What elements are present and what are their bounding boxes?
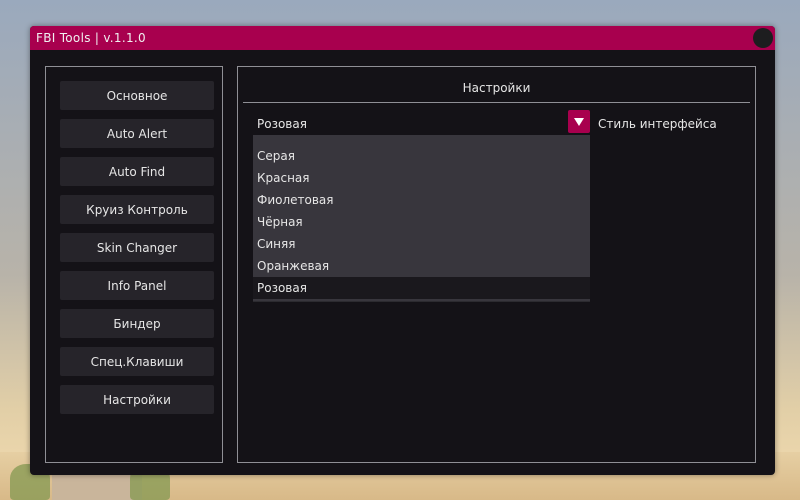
sidebar-item-auto-alert[interactable]: Auto Alert [60,119,214,148]
dropdown-option-black[interactable]: Чёрная [253,211,590,233]
sidebar-item-auto-find[interactable]: Auto Find [60,157,214,186]
style-combo[interactable]: Розовая [253,110,590,136]
chevron-down-icon[interactable] [568,110,590,133]
close-button[interactable] [753,28,773,48]
window-title: FBI Tools | v.1.1.0 [36,31,146,45]
sidebar-item-special-keys[interactable]: Спец.Клавиши [60,347,214,376]
dropdown-option-blue[interactable]: Синяя [253,233,590,255]
style-combo-label: Стиль интерфейса [598,117,717,131]
divider [243,102,750,103]
titlebar[interactable]: FBI Tools | v.1.1.0 [30,26,775,50]
sidebar: Основное Auto Alert Auto Find Круиз Конт… [45,66,223,463]
dropdown-option-purple[interactable]: Фиолетовая [253,189,590,211]
sidebar-item-osnovnoe[interactable]: Основное [60,81,214,110]
sidebar-item-binder[interactable]: Биндер [60,309,214,338]
settings-panel: Настройки Розовая Стиль интерфейса Серая… [237,66,756,463]
panel-title: Настройки [462,81,531,95]
sidebar-item-info-panel[interactable]: Info Panel [60,271,214,300]
dropdown-option-pink[interactable]: Розовая [253,277,590,299]
sidebar-item-cruise-control[interactable]: Круиз Контроль [60,195,214,224]
dropdown-option-red[interactable]: Красная [253,167,590,189]
fbi-tools-window: FBI Tools | v.1.1.0 Основное Auto Alert … [30,26,775,475]
dropdown-option-gray[interactable]: Серая [253,145,590,167]
dropdown-option-orange[interactable]: Оранжевая [253,255,590,277]
style-dropdown-list: Серая Красная Фиолетовая Чёрная Синяя Ор… [253,135,590,302]
sidebar-item-settings[interactable]: Настройки [60,385,214,414]
style-combo-value: Розовая [257,117,307,131]
sidebar-item-skin-changer[interactable]: Skin Changer [60,233,214,262]
